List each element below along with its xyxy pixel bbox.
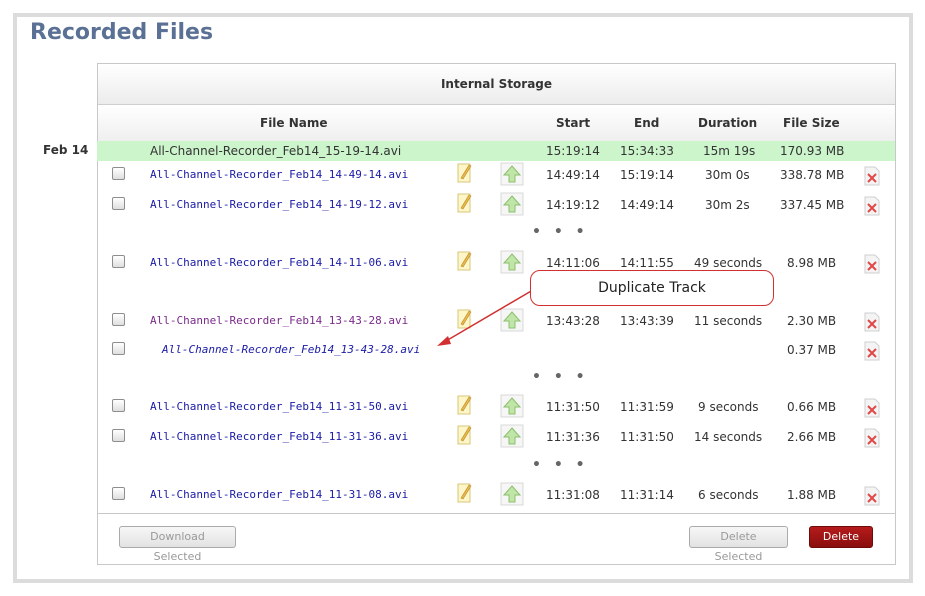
- row-select-checkbox[interactable]: [112, 342, 125, 355]
- storage-header: Internal Storage: [98, 64, 895, 105]
- row-start: 11:31:36: [546, 430, 600, 444]
- delete-file-icon[interactable]: [864, 341, 880, 361]
- delete-file-icon[interactable]: [864, 486, 880, 506]
- current-recording-end: 15:34:33: [620, 144, 674, 158]
- current-recording-name: All-Channel-Recorder_Feb14_15-19-14.avi: [150, 144, 402, 158]
- upload-arrow-icon[interactable]: [500, 424, 524, 448]
- delete-file-icon[interactable]: [864, 398, 880, 418]
- pencil-note-icon[interactable]: [457, 394, 473, 416]
- delete-file-icon[interactable]: [864, 312, 880, 332]
- row-end: 11:31:50: [620, 430, 674, 444]
- pencil-note-icon[interactable]: [457, 192, 473, 214]
- skipped-rows-ellipsis: • • •: [532, 369, 589, 385]
- row-duration: 14 seconds: [694, 430, 763, 444]
- skipped-rows-ellipsis: • • •: [532, 457, 589, 473]
- row-select-checkbox[interactable]: [112, 255, 125, 268]
- row-end: 15:19:14: [620, 168, 674, 182]
- row-end: 13:43:39: [620, 314, 674, 328]
- upload-arrow-icon[interactable]: [500, 308, 524, 332]
- row-start: 14:11:06: [546, 256, 600, 270]
- row-select-checkbox[interactable]: [112, 487, 125, 500]
- column-file-size: File Size: [783, 116, 840, 130]
- page-title: Recorded Files: [30, 20, 214, 45]
- column-header-bar: [98, 105, 895, 143]
- upload-arrow-icon[interactable]: [500, 250, 524, 274]
- delete-file-icon[interactable]: [864, 166, 880, 186]
- row-select-checkbox[interactable]: [112, 197, 125, 210]
- row-size: 338.78 MB: [780, 168, 845, 182]
- delete-all-button[interactable]: Delete All: [809, 526, 873, 563]
- delete-file-icon[interactable]: [864, 254, 880, 274]
- row-size: 2.30 MB: [787, 314, 837, 328]
- current-recording-size: 170.93 MB: [780, 144, 845, 158]
- row-size: 2.66 MB: [787, 430, 837, 444]
- row-end: 14:11:55: [620, 256, 674, 270]
- row-select-checkbox[interactable]: [112, 399, 125, 412]
- row-size: 1.88 MB: [787, 488, 837, 502]
- row-duration: 11 seconds: [694, 314, 763, 328]
- download-selected-button[interactable]: Download Selected: [119, 526, 236, 563]
- row-start: 13:43:28: [546, 314, 600, 328]
- delete-file-icon[interactable]: [864, 428, 880, 448]
- row-select-checkbox[interactable]: [112, 429, 125, 442]
- row-end: 11:31:14: [620, 488, 674, 502]
- row-start: 14:49:14: [546, 168, 600, 182]
- pencil-note-icon[interactable]: [457, 424, 473, 446]
- current-recording-duration: 15m 19s: [703, 144, 756, 158]
- skipped-rows-ellipsis: • • •: [532, 224, 589, 240]
- row-select-checkbox[interactable]: [112, 313, 125, 326]
- action-footer: Download Selected Delete Selected Delete…: [98, 513, 895, 565]
- row-start: 14:19:12: [546, 198, 600, 212]
- row-start: 11:31:50: [546, 400, 600, 414]
- date-group-label: Feb 14: [43, 143, 89, 157]
- file-link[interactable]: All-Channel-Recorder_Feb14_14-11-06.avi: [150, 256, 408, 269]
- file-link[interactable]: All-Channel-Recorder_Feb14_14-19-12.avi: [150, 198, 408, 211]
- duplicate-track-callout: Duplicate Track: [530, 270, 774, 306]
- row-select-checkbox[interactable]: [112, 167, 125, 180]
- pencil-note-icon[interactable]: [457, 250, 473, 272]
- column-file-name: File Name: [260, 116, 328, 130]
- current-recording-start: 15:19:14: [546, 144, 600, 158]
- column-duration: Duration: [698, 116, 758, 130]
- row-duration: 30m 0s: [705, 168, 750, 182]
- file-link[interactable]: All-Channel-Recorder_Feb14_13-43-28.avi: [150, 314, 408, 327]
- upload-arrow-icon[interactable]: [500, 192, 524, 216]
- file-link[interactable]: All-Channel-Recorder_Feb14_11-31-08.avi: [150, 488, 408, 501]
- row-size: 8.98 MB: [787, 256, 837, 270]
- row-size: 0.66 MB: [787, 400, 837, 414]
- row-duration: 30m 2s: [705, 198, 750, 212]
- row-duration: 49 seconds: [694, 256, 763, 270]
- upload-arrow-icon[interactable]: [500, 482, 524, 506]
- file-link[interactable]: All-Channel-Recorder_Feb14_11-31-50.avi: [150, 400, 408, 413]
- row-start: 11:31:08: [546, 488, 600, 502]
- duplicate-file-link[interactable]: All-Channel-Recorder_Feb14_13-43-28.avi: [162, 343, 420, 356]
- row-duration: 9 seconds: [698, 400, 759, 414]
- row-size: 0.37 MB: [787, 343, 837, 357]
- column-start: Start: [556, 116, 591, 130]
- delete-file-icon[interactable]: [864, 196, 880, 216]
- file-link[interactable]: All-Channel-Recorder_Feb14_11-31-36.avi: [150, 430, 408, 443]
- upload-arrow-icon[interactable]: [500, 394, 524, 418]
- pencil-note-icon[interactable]: [457, 482, 473, 504]
- upload-arrow-icon[interactable]: [500, 162, 524, 186]
- row-duration: 6 seconds: [698, 488, 759, 502]
- row-end: 14:49:14: [620, 198, 674, 212]
- row-end: 11:31:59: [620, 400, 674, 414]
- pencil-note-icon[interactable]: [457, 308, 473, 330]
- file-link[interactable]: All-Channel-Recorder_Feb14_14-49-14.avi: [150, 168, 408, 181]
- delete-selected-button[interactable]: Delete Selected: [689, 526, 788, 563]
- row-size: 337.45 MB: [780, 198, 845, 212]
- column-end: End: [634, 116, 660, 130]
- pencil-note-icon[interactable]: [457, 162, 473, 184]
